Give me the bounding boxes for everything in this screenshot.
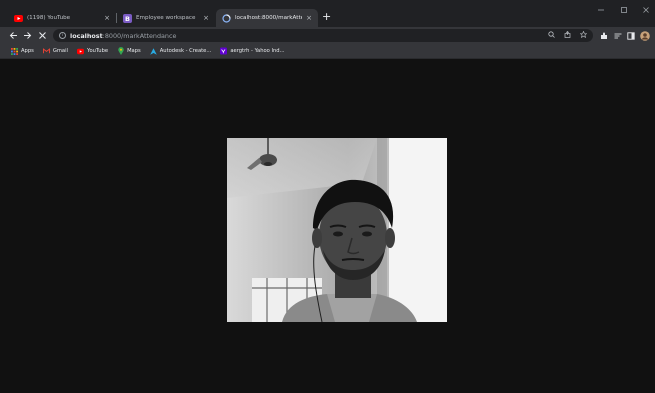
tab-mark-attendance[interactable]: localhost:8000/markAttendance × bbox=[216, 9, 318, 27]
bookmark-star-icon[interactable] bbox=[579, 30, 588, 40]
bookmark-label: Apps bbox=[21, 48, 34, 54]
close-tab-icon[interactable]: × bbox=[306, 14, 312, 22]
bookmark-gmail[interactable]: Gmail bbox=[42, 48, 68, 55]
forward-arrow-icon[interactable] bbox=[22, 29, 32, 42]
url-path: :8000/markAttendance bbox=[102, 31, 177, 40]
tab-title: Employee workspace bbox=[136, 15, 196, 21]
side-panel-icon[interactable] bbox=[626, 29, 635, 42]
bookmark-maps[interactable]: Maps bbox=[117, 47, 141, 55]
apps-grid-icon bbox=[11, 47, 18, 55]
url-host: localhost bbox=[70, 31, 103, 40]
bookmark-label: aergtrh - Yahoo Ind... bbox=[230, 48, 285, 54]
browser-toolbar: i localhost:8000/markAttendance bbox=[0, 27, 655, 44]
bookmark-autodesk[interactable]: Autodesk - Create... bbox=[149, 47, 212, 55]
youtube-icon bbox=[76, 48, 84, 55]
bookmark-label: Autodesk - Create... bbox=[159, 48, 212, 54]
youtube-icon bbox=[14, 14, 23, 23]
tab-employee-workspace[interactable]: B Employee workspace × bbox=[117, 9, 215, 27]
close-tab-icon[interactable]: × bbox=[203, 14, 209, 22]
bookmarks-bar: Apps Gmail YouTube Maps Autodesk - Creat… bbox=[0, 44, 655, 59]
autodesk-icon bbox=[149, 47, 157, 55]
tab-strip: (1198) YouTube × B Employee workspace × … bbox=[0, 0, 655, 27]
svg-text:B: B bbox=[125, 14, 130, 22]
tab-title: localhost:8000/markAttendance bbox=[235, 15, 302, 21]
minimize-icon[interactable] bbox=[597, 6, 605, 16]
bookmark-label: YouTube bbox=[86, 48, 109, 54]
bookmark-youtube[interactable]: YouTube bbox=[76, 48, 109, 55]
reading-list-icon[interactable] bbox=[613, 29, 622, 42]
profile-avatar-icon[interactable] bbox=[639, 29, 650, 42]
bookmark-apps[interactable]: Apps bbox=[11, 47, 34, 55]
tab-youtube[interactable]: (1198) YouTube × bbox=[8, 9, 116, 27]
new-tab-button[interactable]: + bbox=[322, 11, 331, 23]
stop-loading-icon[interactable] bbox=[37, 29, 47, 42]
omnibox-actions bbox=[548, 30, 588, 40]
browser-window: (1198) YouTube × B Employee workspace × … bbox=[0, 0, 655, 393]
restore-icon[interactable] bbox=[620, 6, 628, 16]
yahoo-icon bbox=[220, 47, 228, 55]
back-arrow-icon[interactable] bbox=[8, 29, 18, 42]
address-bar[interactable]: i localhost:8000/markAttendance bbox=[53, 29, 593, 42]
close-tab-icon[interactable]: × bbox=[104, 14, 110, 22]
bookmark-yahoo[interactable]: aergtrh - Yahoo Ind... bbox=[220, 47, 285, 55]
extensions-puzzle-icon[interactable] bbox=[599, 29, 608, 42]
b-logo-icon: B bbox=[123, 13, 132, 23]
zoom-search-icon[interactable] bbox=[548, 31, 555, 40]
bookmark-label: Gmail bbox=[52, 48, 68, 54]
window-close-icon[interactable] bbox=[642, 6, 650, 16]
site-info-icon[interactable]: i bbox=[59, 32, 66, 39]
webcam-video-feed bbox=[227, 138, 447, 322]
share-icon[interactable] bbox=[564, 31, 571, 40]
gmail-icon bbox=[42, 48, 50, 55]
loading-globe-icon bbox=[222, 13, 231, 23]
bookmark-label: Maps bbox=[127, 48, 141, 54]
tab-title: (1198) YouTube bbox=[27, 15, 71, 21]
maps-pin-icon bbox=[117, 47, 124, 55]
